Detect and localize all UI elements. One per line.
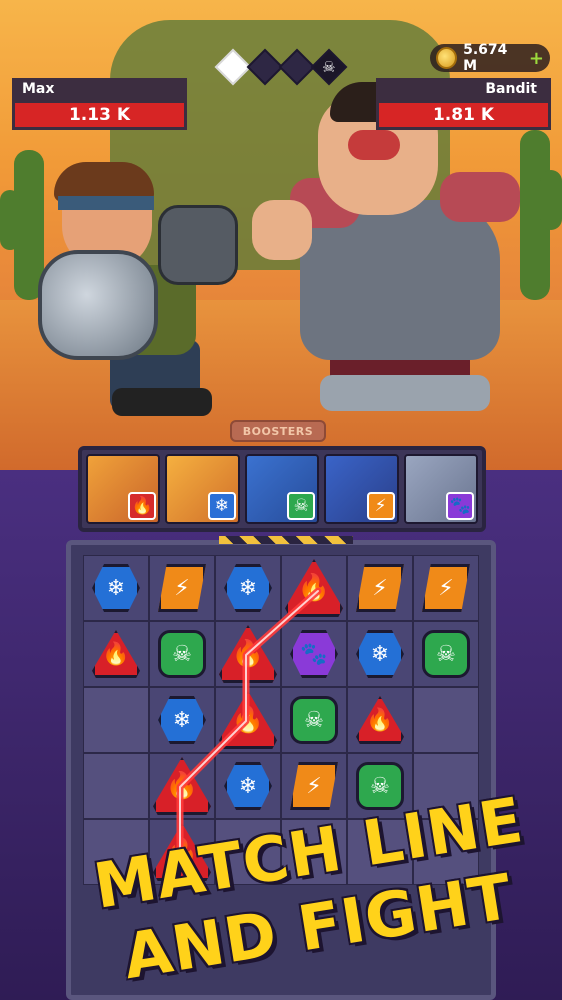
board-cell[interactable]: 🔥 <box>149 753 215 819</box>
bandit-fist <box>252 200 312 260</box>
add-currency-button[interactable]: + <box>529 48 544 69</box>
fire-gem[interactable]: 🔥 <box>219 691 277 749</box>
hero-bar: 🔥 ❄ ☠ ⚡ 🐾 <box>78 446 486 532</box>
board-cell[interactable]: ❄ <box>83 555 149 621</box>
lightning-gem[interactable]: ⚡ <box>356 564 404 612</box>
board-cell[interactable]: ☠ <box>149 621 215 687</box>
board-cell[interactable]: ⚡ <box>149 555 215 621</box>
poison-gem[interactable]: ☠ <box>356 762 404 810</box>
board-cell[interactable]: 🔥 <box>149 819 215 885</box>
enemy-health: Bandit 1.81 K <box>376 78 551 130</box>
fire-gem[interactable]: 🔥 <box>285 559 343 617</box>
max-boots <box>112 388 212 416</box>
board-cell[interactable]: 🐾 <box>281 621 347 687</box>
fire-gem[interactable]: 🔥 <box>153 823 211 881</box>
player-health: Max 1.13 K <box>12 78 187 130</box>
enemy-name: Bandit <box>376 78 551 100</box>
board-cell[interactable]: ❄ <box>215 555 281 621</box>
board-cell[interactable]: ☠ <box>413 621 479 687</box>
lightning-gem[interactable]: ⚡ <box>290 762 338 810</box>
hero-card-5[interactable]: 🐾 <box>403 454 479 524</box>
board-cell[interactable] <box>215 819 281 885</box>
board-cell[interactable]: ☠ <box>347 753 413 819</box>
hero-card-3[interactable]: ☠ <box>244 454 320 524</box>
enemy-hp-bar: 1.81 K <box>376 100 551 130</box>
paw-gem[interactable]: 🐾 <box>290 630 338 678</box>
board-cell[interactable]: ⚡ <box>347 555 413 621</box>
stage-pip-boss: ☠ <box>310 48 348 86</box>
hero-card-2[interactable]: ❄ <box>165 454 240 524</box>
ice-gem[interactable]: ❄ <box>92 564 140 612</box>
lightning-gem[interactable]: ⚡ <box>158 564 206 612</box>
max-robot-fist <box>158 205 238 285</box>
board-cell[interactable]: ⚡ <box>281 753 347 819</box>
fire-element-icon: 🔥 <box>128 492 157 520</box>
max-gauntlet <box>38 250 158 360</box>
board-cell[interactable]: 🔥 <box>83 621 149 687</box>
skull-icon: ☠ <box>322 57 336 76</box>
lightning-gem[interactable]: ⚡ <box>422 564 470 612</box>
fire-gem[interactable]: 🔥 <box>356 696 404 744</box>
ice-element-icon: ❄ <box>207 492 236 520</box>
hero-card-4[interactable]: ⚡ <box>324 454 399 524</box>
currency-amount: 5.674 M <box>463 42 508 74</box>
fire-gem[interactable]: 🔥 <box>219 625 277 683</box>
currency-counter[interactable]: 5.674 M + <box>430 42 550 74</box>
hero-card-1[interactable]: 🔥 <box>86 454 161 524</box>
board-cell[interactable] <box>347 819 413 885</box>
poison-gem[interactable]: ☠ <box>290 696 338 744</box>
board-cell[interactable]: ❄ <box>215 753 281 819</box>
boosters-button[interactable]: BOOSTERS <box>230 420 326 442</box>
fire-gem[interactable]: 🔥 <box>92 630 140 678</box>
board-cell[interactable]: ❄ <box>149 687 215 753</box>
lightning-element-icon: ⚡ <box>366 492 395 520</box>
board-cell[interactable]: ☠ <box>281 687 347 753</box>
board-cell[interactable]: 🔥 <box>347 687 413 753</box>
poison-gem[interactable]: ☠ <box>422 630 470 678</box>
gem-board: ❄ ⚡ ❄ 🔥 ⚡ ⚡ 🔥 ☠ 🔥 🐾 ❄ ☠ ❄ 🔥 ☠ 🔥 🔥 ❄ ⚡ ☠ 🔥 <box>66 536 496 1000</box>
board-cell[interactable]: 🔥 <box>215 687 281 753</box>
cactus-right-arm <box>540 170 562 230</box>
board-cell[interactable]: 🔥 <box>281 555 347 621</box>
coin-icon <box>436 47 458 69</box>
bandit-eyepatch <box>348 130 400 160</box>
board-cell[interactable]: ❄ <box>347 621 413 687</box>
bandit-shoulder-pad-right <box>440 172 520 222</box>
ice-gem[interactable]: ❄ <box>356 630 404 678</box>
stage-progress: ☠ <box>214 48 348 86</box>
gem-grid: ❄ ⚡ ❄ 🔥 ⚡ ⚡ 🔥 ☠ 🔥 🐾 ❄ ☠ ❄ 🔥 ☠ 🔥 🔥 ❄ ⚡ ☠ 🔥 <box>83 555 479 885</box>
poison-gem[interactable]: ☠ <box>158 630 206 678</box>
board-cell[interactable] <box>83 819 149 885</box>
board-cell[interactable] <box>413 687 479 753</box>
poison-element-icon: ☠ <box>287 492 316 520</box>
player-name: Max <box>12 78 187 100</box>
hazard-stripe <box>219 536 353 544</box>
fire-gem[interactable]: 🔥 <box>153 757 211 815</box>
board-cell[interactable]: 🔥 <box>215 621 281 687</box>
board-cell[interactable] <box>281 819 347 885</box>
max-headband <box>58 196 154 210</box>
ice-gem[interactable]: ❄ <box>158 696 206 744</box>
ice-gem[interactable]: ❄ <box>224 762 272 810</box>
cactus-left-arm <box>0 190 20 250</box>
paw-element-icon: 🐾 <box>446 492 475 520</box>
player-hp-bar: 1.13 K <box>12 100 187 130</box>
board-cell[interactable] <box>413 819 479 885</box>
board-cell[interactable]: ⚡ <box>413 555 479 621</box>
bandit-boots <box>320 375 490 411</box>
ice-gem[interactable]: ❄ <box>224 564 272 612</box>
board-cell[interactable] <box>83 753 149 819</box>
board-cell[interactable] <box>83 687 149 753</box>
board-cell[interactable] <box>413 753 479 819</box>
